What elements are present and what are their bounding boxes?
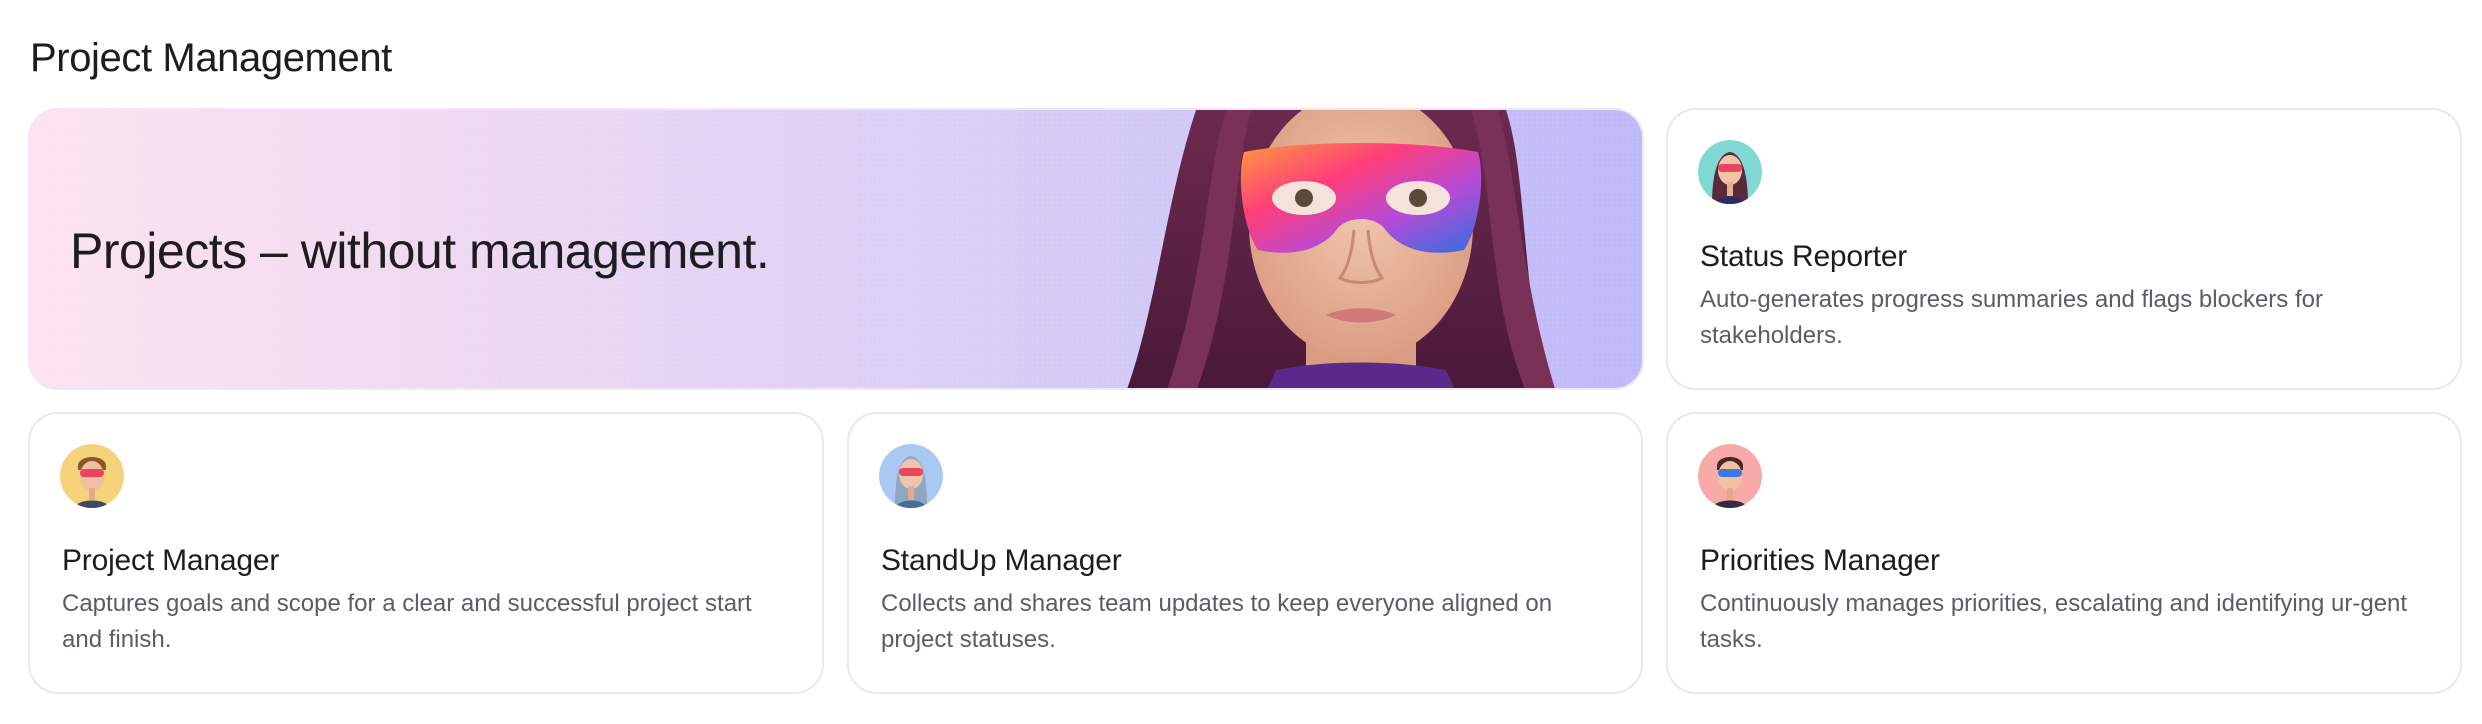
status-reporter-avatar <box>1698 140 1762 204</box>
section-title: Project Management <box>30 36 392 80</box>
avatar-face-icon <box>1698 444 1762 508</box>
project-management-page: Project Management Projects – without ma… <box>0 0 2482 724</box>
agent-name: Priorities Manager <box>1700 544 1940 577</box>
agent-description: Captures goals and scope for a clear and… <box>62 590 752 653</box>
avatar-face-icon <box>879 444 943 508</box>
hero-banner[interactable]: Projects – without management. <box>28 108 1644 390</box>
agent-card-standup-manager[interactable]: StandUp Manager Collects and shares team… <box>847 412 1643 694</box>
agent-name: Project Manager <box>62 544 280 577</box>
avatar-face-icon <box>60 444 124 508</box>
project-manager-avatar <box>60 444 124 508</box>
hero-woman-mask-illustration <box>1127 110 1555 388</box>
standup-manager-avatar <box>879 444 943 508</box>
priorities-manager-avatar <box>1698 444 1762 508</box>
agent-card-project-manager[interactable]: Project Manager Captures goals and scope… <box>28 412 824 694</box>
agent-description: Auto-generates progress summaries and fl… <box>1700 286 2323 349</box>
agent-name: Status Reporter <box>1700 240 1908 273</box>
agent-card-status-reporter[interactable]: Status Reporter Auto-generates progress … <box>1666 108 2462 390</box>
agent-description: Continuously manages priorities, escalat… <box>1700 590 2408 653</box>
agent-card-priorities-manager[interactable]: Priorities Manager Continuously manages … <box>1666 412 2462 694</box>
agent-name: StandUp Manager <box>881 544 1122 577</box>
avatar-face-icon <box>1698 140 1762 204</box>
hero-title: Projects – without management. <box>70 223 770 279</box>
agent-description: Collects and shares team updates to keep… <box>881 590 1553 653</box>
